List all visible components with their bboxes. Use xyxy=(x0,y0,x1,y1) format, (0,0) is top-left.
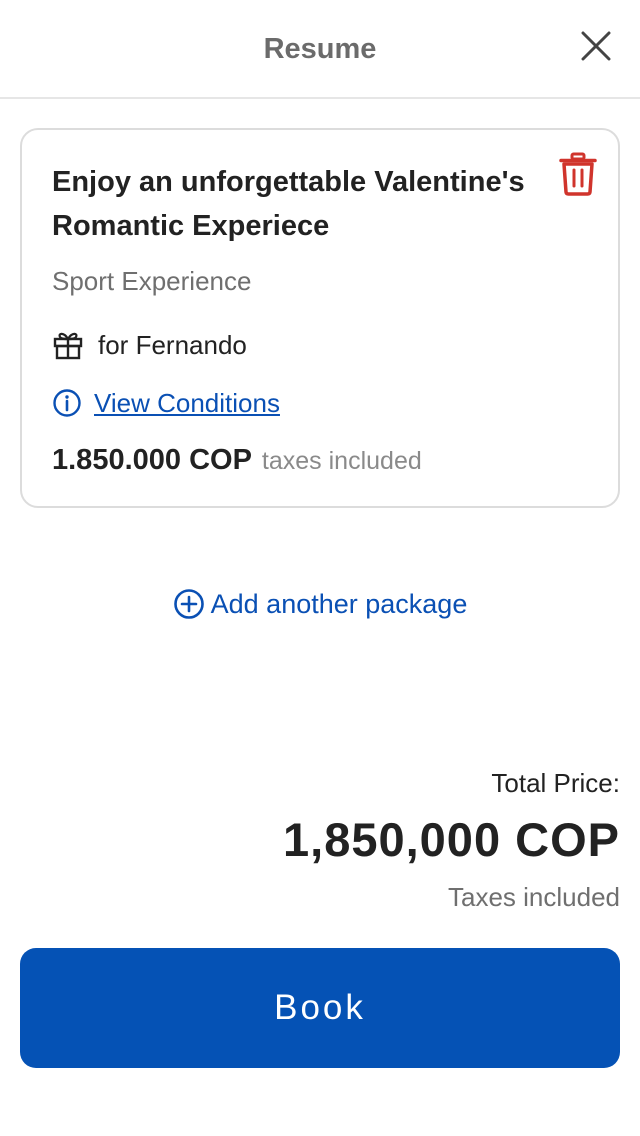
package-price-note: taxes included xyxy=(261,447,422,475)
package-price-row: 1.850.000 COP taxes included xyxy=(52,444,422,477)
package-title: Enjoy an unforgettable Valentine's Roman… xyxy=(52,166,525,242)
add-package-button[interactable]: Add another package xyxy=(0,588,640,620)
book-button-label: Book xyxy=(274,988,366,1027)
book-button[interactable]: Book xyxy=(20,948,620,1068)
plus-circle-icon xyxy=(173,589,204,619)
package-price: 1.850.000 COP xyxy=(52,444,252,476)
gift-recipient-label: for Fernando xyxy=(98,329,247,360)
info-icon xyxy=(53,389,81,417)
total-price-label: Total Price: xyxy=(491,768,620,798)
total-price-value: 1,850,000 COP xyxy=(283,813,620,866)
page-title: Resume xyxy=(263,33,377,65)
gift-recipient-row: for Fernando xyxy=(52,327,247,363)
gift-icon xyxy=(53,332,83,360)
delete-package-button[interactable] xyxy=(556,150,600,198)
view-conditions-label[interactable]: View Conditions xyxy=(94,388,280,419)
header: Resume xyxy=(0,0,640,99)
view-conditions-link[interactable]: View Conditions xyxy=(52,386,280,420)
total-taxes-note: Taxes included xyxy=(448,882,620,912)
add-package-label[interactable]: Add another package xyxy=(211,589,468,620)
close-button[interactable] xyxy=(574,24,618,68)
close-icon xyxy=(581,31,611,61)
package-category: Sport Experience xyxy=(52,266,252,296)
package-card: Enjoy an unforgettable Valentine's Roman… xyxy=(20,128,620,508)
trash-icon xyxy=(559,152,597,196)
